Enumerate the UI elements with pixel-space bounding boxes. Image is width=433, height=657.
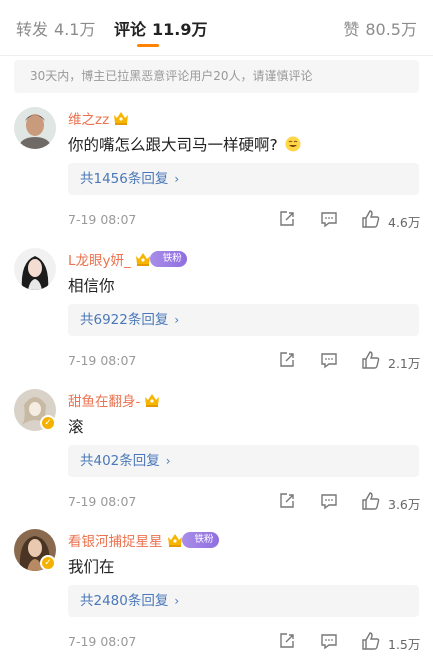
timestamp: 7-19 08:07 (68, 634, 137, 649)
comment-body: 你的嘴怎么跟大司马一样硬啊? (68, 136, 278, 154)
fan-badge: 铁粉 (149, 251, 187, 267)
avatar[interactable] (14, 107, 56, 149)
name-row: 甜鱼在翻身- (68, 389, 161, 411)
name-row: L龙眼y妍_ 铁粉 (68, 248, 187, 270)
reply-icon[interactable] (320, 492, 338, 514)
timestamp: 7-19 08:07 (68, 212, 137, 227)
like-count: 1.5万 (388, 637, 421, 652)
comment-tabs: 转发 4.1万 评论 11.9万 赞 80.5万 (0, 0, 433, 56)
crown-icon (143, 392, 161, 408)
chevron-right-icon: › (174, 313, 180, 327)
like-icon[interactable] (361, 491, 381, 515)
verify-icon: ✓ (40, 415, 56, 431)
tab-comment-label: 评论 (114, 20, 147, 39)
username[interactable]: 甜鱼在翻身- (68, 390, 140, 410)
username[interactable]: 维之zz (68, 108, 109, 128)
tabs-divider (0, 55, 433, 56)
comment-body: 我们在 (68, 558, 115, 576)
comment-text: 滚 (68, 415, 84, 437)
tab-repost-label: 转发 (16, 20, 49, 39)
view-replies-button[interactable]: 共6922条回复 › (68, 304, 419, 336)
comment-item: ✓ 看银河捕捉星星 铁粉 我们在 共2480条回复 › 7-19 08:07 1.… (0, 519, 433, 657)
comment-meta: 7-19 08:07 2.1万 (68, 350, 421, 373)
reply-icon[interactable] (320, 210, 338, 232)
view-replies-button[interactable]: 共1456条回复 › (68, 163, 419, 195)
crown-icon (112, 110, 130, 126)
grin-emoji-icon (285, 136, 301, 156)
active-tab-indicator (137, 44, 159, 47)
view-replies-button[interactable]: 共402条回复 › (68, 445, 419, 477)
share-icon[interactable] (278, 632, 296, 654)
like-count: 3.6万 (388, 497, 421, 512)
tab-comment[interactable]: 评论 11.9万 (114, 16, 208, 40)
tab-like-label: 赞 (343, 20, 360, 39)
tab-like-count: 80.5万 (365, 20, 417, 39)
like-icon[interactable] (361, 631, 381, 655)
comment-item: L龙眼y妍_ 铁粉 相信你 共6922条回复 › 7-19 08:07 2.1万 (0, 238, 433, 378)
name-row: 看银河捕捉星星 铁粉 (68, 529, 219, 551)
name-row: 维之zz (68, 107, 130, 129)
comment-meta: 7-19 08:07 1.5万 (68, 631, 421, 654)
reply-icon[interactable] (320, 351, 338, 373)
reply-count: 共1456条回复 (80, 171, 169, 187)
tab-like[interactable]: 赞 80.5万 (343, 16, 417, 40)
like-icon[interactable] (361, 350, 381, 374)
chevron-right-icon: › (174, 594, 180, 608)
reply-icon[interactable] (320, 632, 338, 654)
timestamp: 7-19 08:07 (68, 353, 137, 368)
username[interactable]: L龙眼y妍_ (68, 249, 131, 269)
comment-meta: 7-19 08:07 3.6万 (68, 491, 421, 514)
block-notice: 30天内，博主已拉黑恶意评论用户20人，请谨慎评论 (14, 60, 419, 93)
like-count: 2.1万 (388, 356, 421, 371)
tab-repost-count: 4.1万 (54, 20, 96, 39)
like-count: 4.6万 (388, 215, 421, 230)
share-icon[interactable] (278, 492, 296, 514)
comment-meta: 7-19 08:07 4.6万 (68, 209, 421, 232)
tab-comment-count: 11.9万 (152, 20, 208, 39)
comment-body: 滚 (68, 418, 84, 436)
verify-icon: ✓ (40, 555, 56, 571)
crown-icon (166, 532, 184, 548)
timestamp: 7-19 08:07 (68, 494, 137, 509)
comment-text: 相信你 (68, 274, 115, 296)
avatar[interactable] (14, 248, 56, 290)
chevron-right-icon: › (174, 172, 180, 186)
share-icon[interactable] (278, 210, 296, 232)
comment-text: 你的嘴怎么跟大司马一样硬啊? (68, 133, 301, 156)
comment-body: 相信你 (68, 277, 115, 295)
view-replies-button[interactable]: 共2480条回复 › (68, 585, 419, 617)
share-icon[interactable] (278, 351, 296, 373)
username[interactable]: 看银河捕捉星星 (68, 530, 163, 550)
tab-repost[interactable]: 转发 4.1万 (16, 16, 95, 40)
comment-text: 我们在 (68, 555, 115, 577)
reply-count: 共402条回复 (80, 453, 160, 469)
comment-item: ✓ 甜鱼在翻身- 滚 共402条回复 › 7-19 08:07 3.6万 (0, 379, 433, 519)
reply-count: 共6922条回复 (80, 312, 169, 328)
reply-count: 共2480条回复 (80, 593, 169, 609)
fan-badge: 铁粉 (181, 532, 219, 548)
chevron-right-icon: › (165, 454, 171, 468)
comment-item: 维之zz 你的嘴怎么跟大司马一样硬啊? 共1456条回复 › 7-19 08:07… (0, 97, 433, 237)
like-icon[interactable] (361, 209, 381, 233)
